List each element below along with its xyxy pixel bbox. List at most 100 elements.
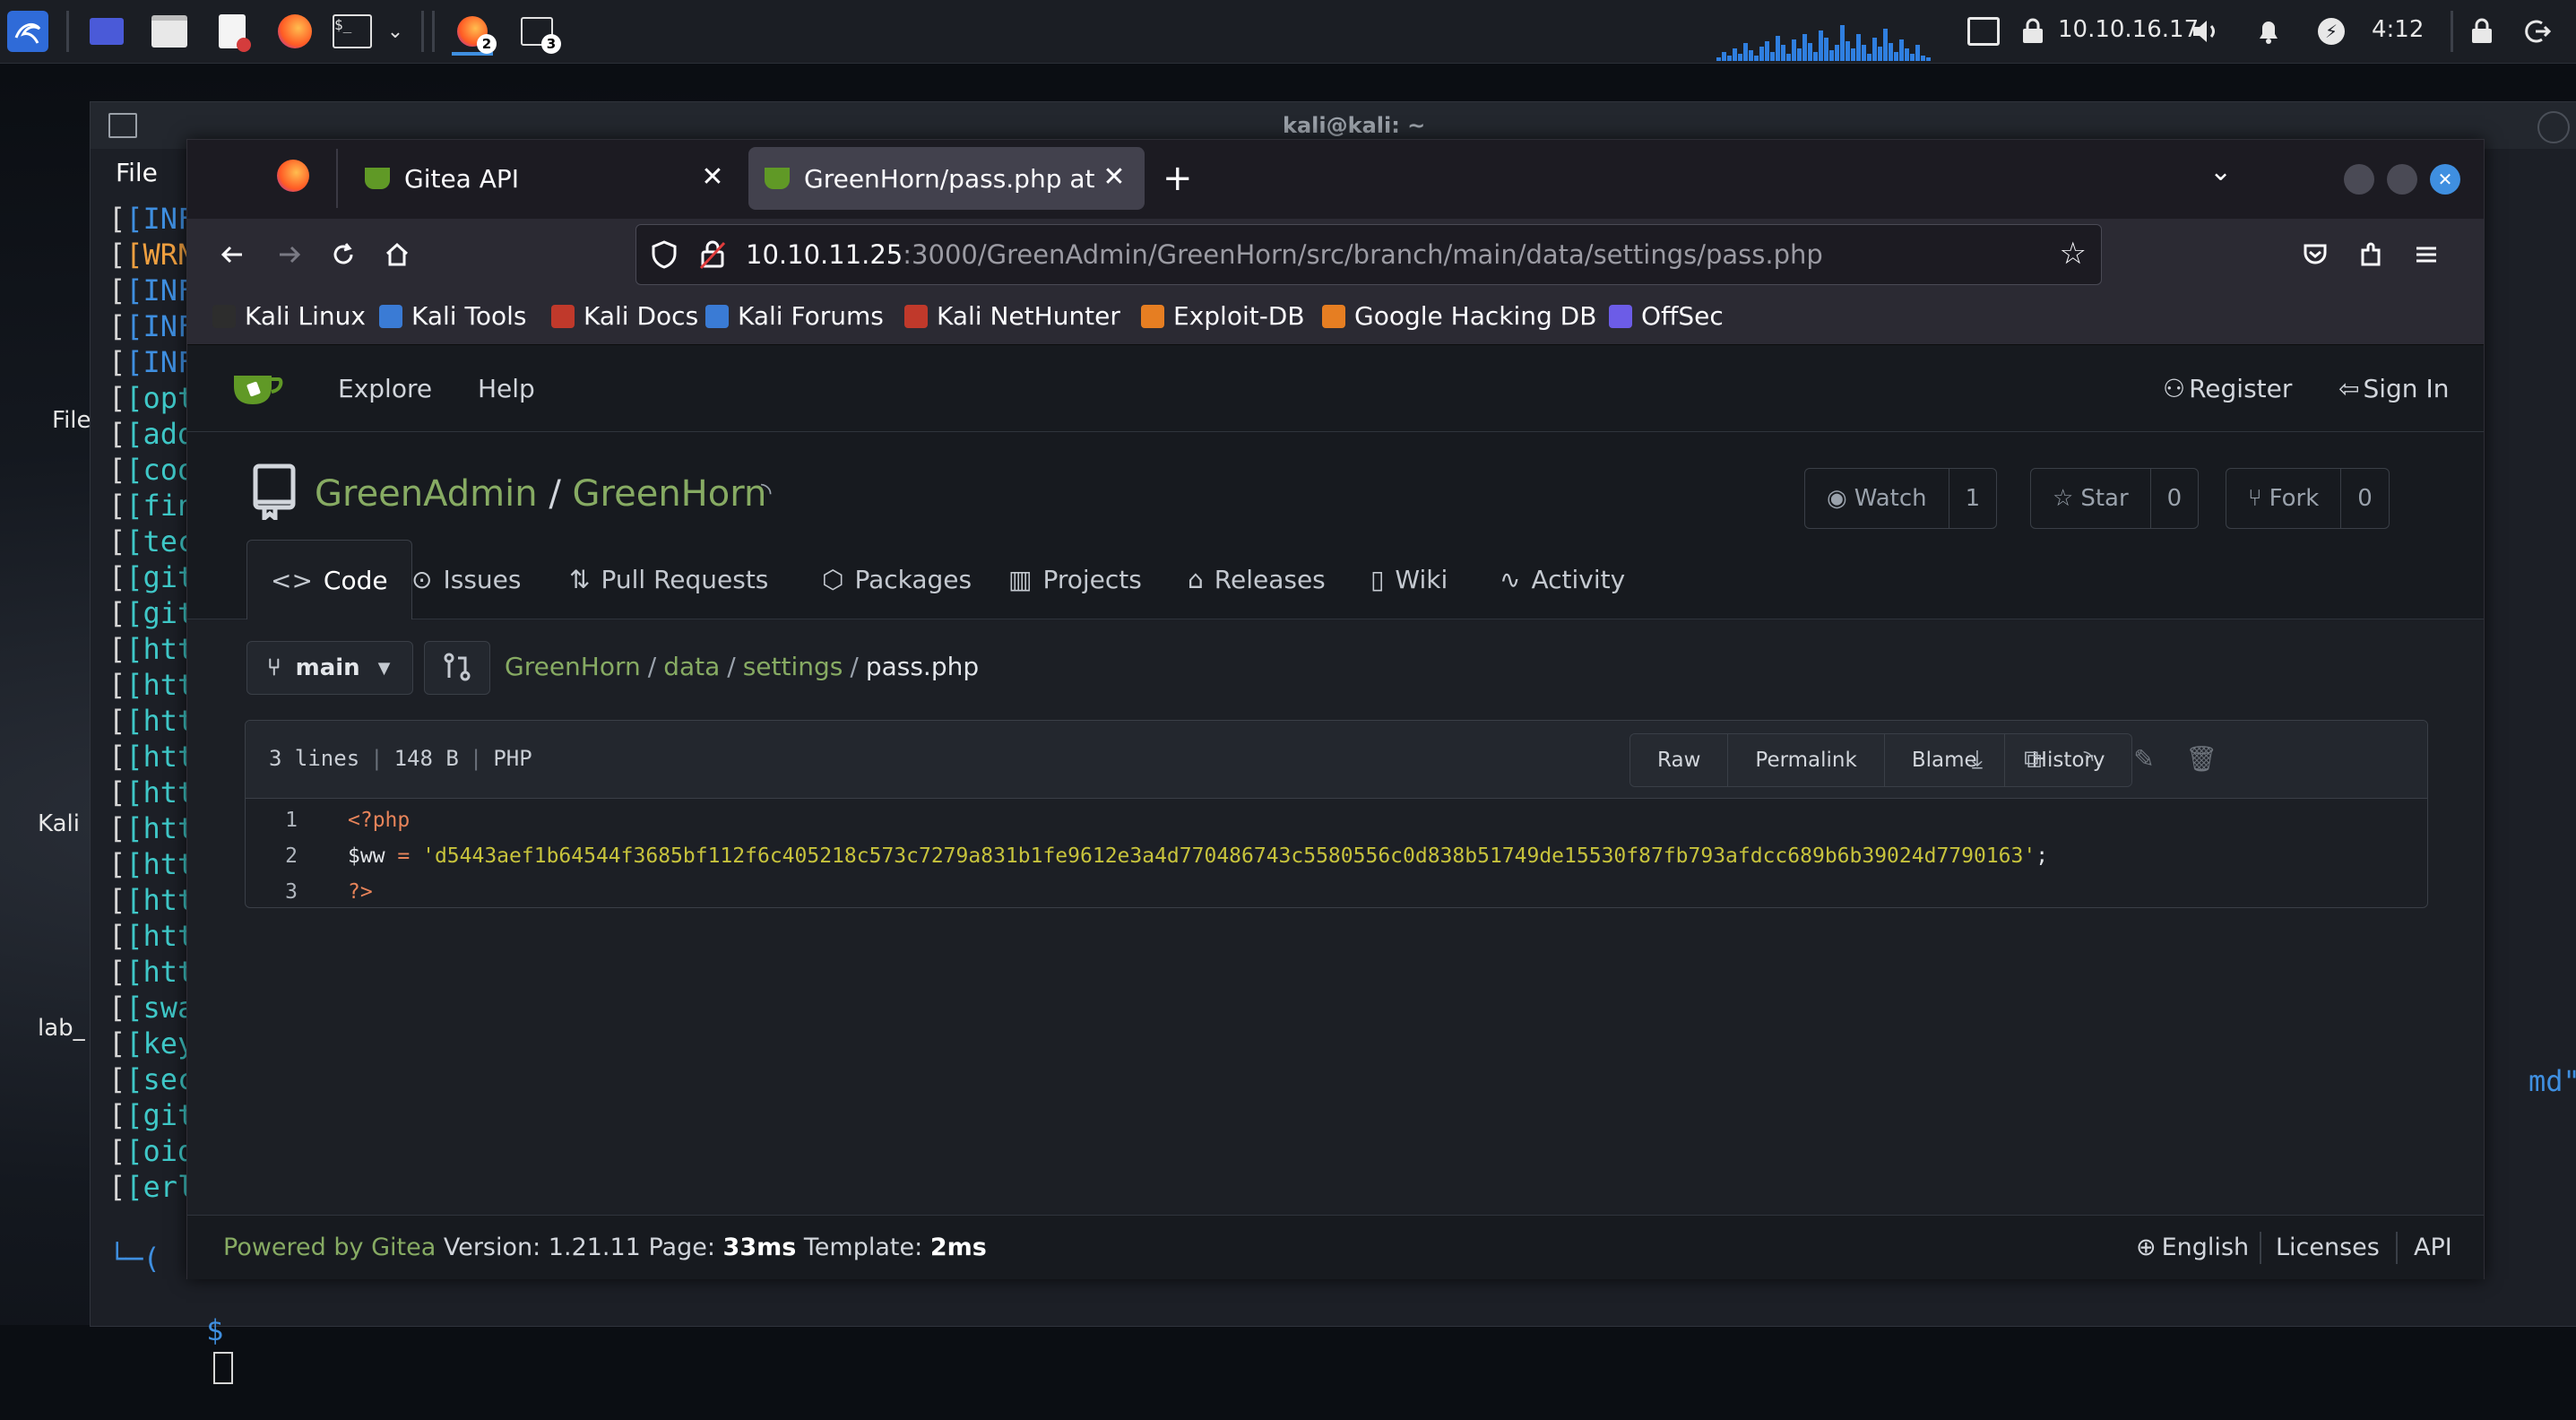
sign-in-link[interactable]: ⇦ Sign In xyxy=(2338,374,2449,403)
tab-gitea-api[interactable]: Gitea API ✕ xyxy=(349,147,743,210)
tab-projects[interactable]: ▥ Projects xyxy=(985,540,1165,619)
fork-count[interactable]: 0 xyxy=(2341,469,2389,528)
repo-owner-link[interactable]: GreenAdmin xyxy=(315,473,538,515)
firefox-task-icon[interactable]: 2 xyxy=(452,11,497,56)
breadcrumb-settings[interactable]: settings xyxy=(743,652,843,681)
rss-feed-icon[interactable]: ◝ xyxy=(761,477,772,508)
delete-trash-icon[interactable]: 🗑 xyxy=(2185,744,2217,776)
star-count[interactable]: 0 xyxy=(2151,469,2199,528)
workspace-icon[interactable] xyxy=(1963,11,2004,52)
terminal-menu-file[interactable]: File xyxy=(116,158,158,187)
firefox-launcher-icon[interactable] xyxy=(274,11,316,52)
url-bar[interactable]: 10.10.11.25:3000/GreenAdmin/GreenHorn/sr… xyxy=(635,224,2102,285)
back-arrow-icon[interactable] xyxy=(209,231,255,278)
fork-button[interactable]: ⑂ Fork 0 xyxy=(2226,468,2390,529)
vpn-ip-address[interactable]: 10.10.16.17 xyxy=(2058,16,2199,43)
desktop-icon-label[interactable]: Kali xyxy=(38,810,80,837)
tab-issues[interactable]: ⊙ Issues xyxy=(388,540,544,619)
forward-arrow-icon[interactable] xyxy=(266,231,313,278)
breadcrumb-current-file: pass.php xyxy=(865,652,980,681)
bookmark-item[interactable]: Exploit-DB xyxy=(1141,301,1305,331)
firefox-window[interactable]: Gitea API ✕ GreenHorn/pass.php at m ✕ + … xyxy=(186,139,2485,1279)
close-tab-icon[interactable]: ✕ xyxy=(1098,161,1130,194)
bookmark-item[interactable]: Google Hacking DB xyxy=(1322,301,1596,331)
language-selector[interactable]: ⊕ English xyxy=(2136,1234,2249,1261)
close-tab-icon[interactable]: ✕ xyxy=(696,161,729,194)
watch-button[interactable]: ◉ Watch 1 xyxy=(1804,468,1998,529)
line-number[interactable]: 2 xyxy=(246,844,298,868)
breadcrumb-data[interactable]: data xyxy=(663,652,720,681)
bookmark-star-icon[interactable]: ☆ xyxy=(2060,236,2087,272)
rss-icon[interactable]: ◝ xyxy=(2072,744,2105,776)
download-icon[interactable]: ⤓ xyxy=(1961,744,1993,776)
nav-explore-link[interactable]: Explore xyxy=(338,374,432,403)
bookmark-item[interactable]: Kali Docs xyxy=(551,301,698,331)
hamburger-menu-icon[interactable] xyxy=(2403,231,2450,278)
tab-wiki[interactable]: ▯ Wiki xyxy=(1347,540,1471,619)
bookmark-item[interactable]: Kali Tools xyxy=(379,301,526,331)
pocket-icon[interactable] xyxy=(2292,231,2338,278)
panel-separator xyxy=(432,11,435,52)
reload-icon[interactable] xyxy=(320,231,367,278)
copy-icon[interactable]: ⧉ xyxy=(2017,744,2049,776)
volume-icon[interactable] xyxy=(2185,11,2226,52)
firefox-view-icon[interactable] xyxy=(277,160,309,192)
powered-by-link[interactable]: Powered by Gitea xyxy=(223,1234,436,1261)
raw-button[interactable]: Raw xyxy=(1630,734,1729,786)
terminal-task-icon[interactable]: 3 xyxy=(516,11,561,54)
minimize-window-button[interactable] xyxy=(2344,164,2374,195)
tab-packages[interactable]: ⬡ Packages xyxy=(799,540,995,619)
permalink-button[interactable]: Permalink xyxy=(1728,734,1885,786)
watch-count[interactable]: 1 xyxy=(1949,469,1997,528)
text-editor-icon[interactable] xyxy=(212,11,253,52)
file-manager-icon[interactable] xyxy=(149,11,190,52)
licenses-link[interactable]: Licenses xyxy=(2276,1234,2380,1261)
kali-menu-icon[interactable] xyxy=(7,11,48,52)
api-link[interactable]: API xyxy=(2414,1234,2452,1261)
notifications-bell-icon[interactable] xyxy=(2248,11,2289,52)
gitea-logo-icon[interactable] xyxy=(230,368,284,411)
nav-help-link[interactable]: Help xyxy=(478,374,535,403)
extensions-icon[interactable] xyxy=(2347,231,2394,278)
shield-icon[interactable] xyxy=(651,239,678,273)
log-bracket: [ xyxy=(108,632,126,666)
tab-pass-php[interactable]: GreenHorn/pass.php at m ✕ xyxy=(748,147,1145,210)
insecure-lock-icon[interactable] xyxy=(699,239,726,273)
bookmark-item[interactable]: Kali NetHunter xyxy=(904,301,1120,331)
branch-selector[interactable]: ⑂ main ▼ xyxy=(246,641,413,695)
line-number[interactable]: 1 xyxy=(246,809,298,832)
bookmark-item[interactable]: Kali Forums xyxy=(705,301,884,331)
desktop-icon-label[interactable]: lab_ xyxy=(38,1015,85,1042)
bookmark-item[interactable]: Kali Linux xyxy=(212,301,366,331)
bookmark-item[interactable]: OffSec xyxy=(1609,301,1724,331)
clock[interactable]: 4:12 xyxy=(2372,16,2424,43)
terminal-launcher-icon[interactable]: $_ xyxy=(332,11,373,52)
show-desktop-icon[interactable] xyxy=(86,11,127,52)
lock-screen-icon[interactable] xyxy=(2461,11,2503,52)
desktop-icon-label[interactable]: File xyxy=(52,407,91,434)
tab-activity[interactable]: ∿ Activity xyxy=(1476,540,1648,619)
home-icon[interactable] xyxy=(374,231,420,278)
breadcrumb-root[interactable]: GreenHorn xyxy=(505,652,641,681)
terminal-prompt[interactable]: $ xyxy=(137,1277,234,1420)
line-number[interactable]: 3 xyxy=(246,880,298,904)
power-manager-icon[interactable]: ⚡ xyxy=(2311,11,2352,52)
new-tab-button[interactable]: + xyxy=(1163,156,1193,201)
close-window-button[interactable]: ✕ xyxy=(2430,164,2460,195)
edit-pencil-icon[interactable]: ✎ xyxy=(2128,744,2160,776)
compare-branch-button[interactable] xyxy=(424,641,490,695)
list-all-tabs-chevron-icon[interactable]: ⌄ xyxy=(2209,156,2232,187)
tab-pull-requests[interactable]: ⇅ Pull Requests xyxy=(546,540,791,619)
maximize-window-button[interactable] xyxy=(2387,164,2417,195)
star-button[interactable]: ☆ Star 0 xyxy=(2030,468,2200,529)
tab-code[interactable]: <> Code xyxy=(246,540,412,619)
code-source: ?> xyxy=(348,880,373,904)
tab-releases[interactable]: ⌂ Releases xyxy=(1164,540,1349,619)
terminal-close-icon[interactable] xyxy=(2537,111,2570,143)
repo-name-link[interactable]: GreenHorn xyxy=(573,473,767,515)
chevron-down-icon[interactable]: ⌄ xyxy=(375,11,416,52)
register-link[interactable]: ⚇ Register xyxy=(2163,374,2292,403)
vpn-lock-icon[interactable] xyxy=(2017,11,2049,52)
logout-icon[interactable] xyxy=(2517,11,2558,52)
url-text[interactable]: 10.10.11.25:3000/GreenAdmin/GreenHorn/sr… xyxy=(746,239,1823,270)
